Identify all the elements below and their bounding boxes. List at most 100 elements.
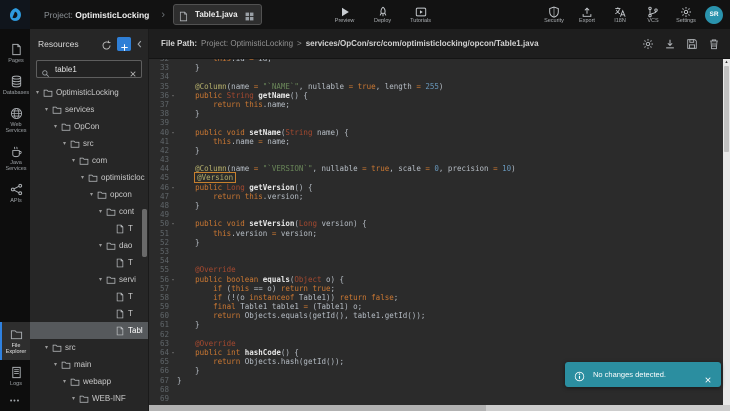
code-line[interactable]: 50- public void setVersion(Long version)… [149,219,723,228]
code-line[interactable]: 40- public void setName(String name) { [149,128,723,137]
code-line[interactable]: 45 @Version [149,173,723,182]
caret-down-icon[interactable]: ▾ [79,174,86,181]
caret-down-icon[interactable]: ▾ [61,378,68,385]
code-line[interactable]: 36- public String getName() { [149,91,723,100]
code-editor[interactable]: 32 this.id = id;33 }3435 @Column(name = … [149,59,723,405]
caret-down-icon[interactable]: ▾ [88,191,95,198]
preview-button[interactable]: Preview [334,5,356,24]
code-line[interactable]: 53 [149,247,723,256]
rail-item-java-services[interactable]: Java Services [0,139,30,177]
code-line[interactable]: 33 } [149,63,723,72]
download-icon[interactable] [664,38,676,50]
code-line[interactable]: 55 @Override [149,265,723,274]
code-line[interactable]: 34 [149,72,723,81]
caret-down-icon[interactable]: ▾ [52,361,59,368]
tree-item-tabl[interactable]: Tabl [30,322,148,339]
code-line[interactable]: 47 return this.version; [149,192,723,201]
code-line[interactable]: 46- public Long getVersion() { [149,183,723,192]
tree-item-com[interactable]: ▾com [30,152,148,169]
deploy-button[interactable]: Deploy [372,5,394,24]
code-line[interactable]: 42 } [149,146,723,155]
code-line[interactable]: 51 this.version = version; [149,229,723,238]
tree-item-servi[interactable]: ▾servi [30,271,148,288]
tree-item-cont[interactable]: ▾cont [30,203,148,220]
caret-down-icon[interactable]: ▾ [70,157,77,164]
code-line[interactable]: 62 [149,330,723,339]
tree-item-opcon[interactable]: ▾OpCon [30,118,148,135]
fold-marker[interactable]: - [169,128,177,137]
caret-down-icon[interactable]: ▾ [97,276,104,283]
vcs-button[interactable]: VCS [642,5,664,24]
avatar[interactable]: SR [705,6,723,24]
code-line[interactable]: 49 [149,210,723,219]
code-line[interactable]: 61 } [149,320,723,329]
code-line[interactable]: 69 [149,394,723,403]
editor-vscrollbar[interactable]: ▲ [723,59,730,405]
code-line[interactable]: 58 if (!(o instanceof Table1)) return fa… [149,293,723,302]
code-line[interactable]: 54 [149,256,723,265]
security-button[interactable]: Security [543,5,565,24]
caret-down-icon[interactable]: ▾ [97,242,104,249]
caret-down-icon[interactable]: ▾ [70,395,77,402]
tree-item-webapp[interactable]: ▾webapp [30,373,148,390]
refresh-icon[interactable] [101,38,112,49]
tree-item-web-inf[interactable]: ▾WEB-INF [30,390,148,407]
fold-marker[interactable]: - [169,219,177,228]
tree-item-optimisticloc[interactable]: ▾optimisticloc [30,169,148,186]
tree-item-opcon[interactable]: ▾opcon [30,186,148,203]
code-line[interactable]: 48 } [149,201,723,210]
fold-marker[interactable]: - [169,183,177,192]
code-line[interactable]: 64- public int hashCode() { [149,348,723,357]
tree-item-t[interactable]: T [30,254,148,271]
caret-down-icon[interactable]: ▾ [43,344,50,351]
rail-item-pages[interactable]: Pages [0,37,30,69]
vscrollbar-thumb[interactable] [724,66,729,152]
tree-item-t[interactable]: T [30,288,148,305]
code-line[interactable]: 60 return Objects.equals(getId(), table1… [149,311,723,320]
search-input[interactable] [53,64,126,75]
tree-item-src[interactable]: ▾src [30,135,148,152]
i18n-button[interactable]: I18N [609,5,631,24]
save-icon[interactable] [686,38,698,50]
code-line[interactable]: 39 [149,118,723,127]
caret-down-icon[interactable]: ▾ [61,140,68,147]
add-resource-button[interactable] [117,37,131,51]
caret-down-icon[interactable]: ▾ [52,123,59,130]
tutorials-button[interactable]: Tutorials [410,5,432,24]
tab-table1-java[interactable]: Table1.java [173,4,262,25]
editor-hscrollbar[interactable] [149,405,730,411]
export-button[interactable]: Export [576,5,598,24]
rail-item-web-services[interactable]: Web Services [0,101,30,139]
fold-marker[interactable]: - [169,275,177,284]
rail-item-file-explorer[interactable]: File Explorer [0,322,30,360]
fold-marker[interactable]: - [169,348,177,357]
grid-icon[interactable] [244,9,255,20]
code-line[interactable]: 56- public boolean equals(Object o) { [149,275,723,284]
code-line[interactable]: 35 @Column(name = "`NAME`", nullable = t… [149,82,723,91]
hscrollbar-thumb[interactable] [149,405,486,411]
code-line[interactable]: 63 @Override [149,339,723,348]
rail-overflow-button[interactable]: ••• [0,392,30,411]
rail-item-apis[interactable]: APIs [0,177,30,209]
tree-item-services[interactable]: ▾services [30,101,148,118]
tree-item-src[interactable]: ▾src [30,339,148,356]
gear-icon[interactable] [642,38,654,50]
caret-down-icon[interactable]: ▾ [43,106,50,113]
caret-down-icon[interactable]: ▾ [97,208,104,215]
tree-scrollbar-thumb[interactable] [142,209,147,257]
collapse-panel-icon[interactable] [136,37,143,50]
settings-button[interactable]: Settings [675,5,697,24]
tree-item-t[interactable]: T [30,305,148,322]
clear-search-icon[interactable] [129,65,137,73]
rail-item-databases[interactable]: Databases [0,69,30,101]
caret-down-icon[interactable]: ▾ [34,89,41,96]
code-line[interactable]: 59 final Table1 table1 = (Table1) o; [149,302,723,311]
toast-close-icon[interactable] [704,371,712,379]
tree-item-t[interactable]: T [30,220,148,237]
delete-icon[interactable] [708,38,720,50]
code-line[interactable]: 44 @Column(name = "`VERSION`", nullable … [149,164,723,173]
tree-item-main[interactable]: ▾main [30,356,148,373]
scrollbar-up-arrow-icon[interactable]: ▲ [725,59,729,65]
code-line[interactable]: 37 return this.name; [149,100,723,109]
tree-item-optimisticlocking[interactable]: ▾OptimisticLocking [30,84,148,101]
